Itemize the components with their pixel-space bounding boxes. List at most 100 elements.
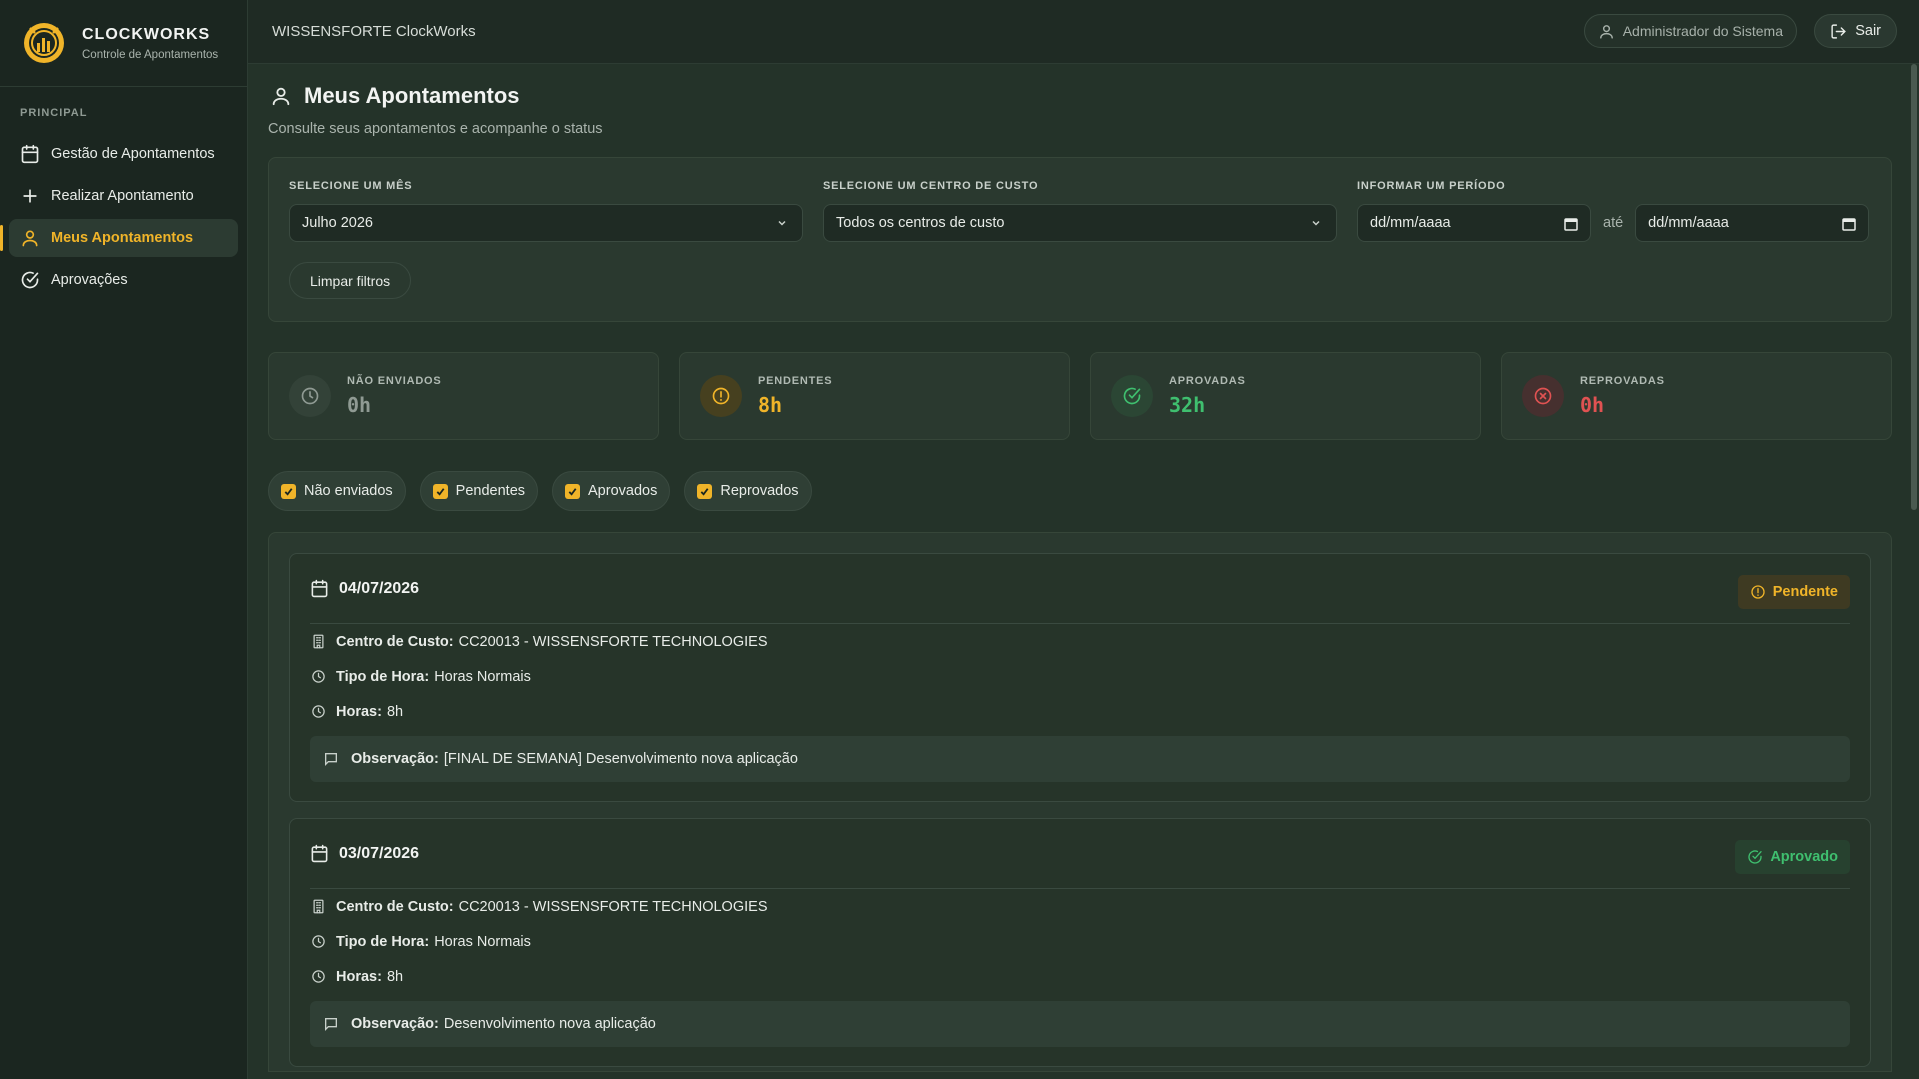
month-filter: SELECIONE UM MÊS Julho 2026 bbox=[289, 180, 803, 242]
entry-date: 04/07/2026 bbox=[339, 579, 420, 597]
cost-center-select-value: Todos os centros de custo bbox=[836, 215, 1005, 231]
page-subtitle: Consulte seus apontamentos e acompanhe o… bbox=[268, 121, 603, 137]
hour-type-label: Tipo de Hora: bbox=[336, 933, 430, 950]
checkbox[interactable] bbox=[565, 483, 581, 499]
observation-label: Observação: bbox=[351, 1016, 439, 1032]
status-chip-nao-enviados[interactable]: Não enviados bbox=[268, 471, 406, 511]
cost-center-label: Centro de Custo: bbox=[336, 898, 454, 915]
alert-circle-icon bbox=[1751, 585, 1765, 599]
entry-observation: Observação: Desenvolvimento nova aplicaç… bbox=[310, 1001, 1850, 1047]
period-filter-label: INFORMAR UM PERÍODO bbox=[1357, 180, 1506, 192]
entry-observation: Observação: [FINAL DE SEMANA] Desenvolvi… bbox=[310, 736, 1850, 782]
date-from-input[interactable]: dd/mm/aaaa bbox=[1357, 204, 1591, 242]
status-chip-aprovados[interactable]: Aprovados bbox=[552, 471, 671, 511]
hour-type-value: Horas Normais bbox=[434, 668, 531, 685]
month-select-value: Julho 2026 bbox=[302, 215, 373, 231]
comment-icon bbox=[325, 753, 337, 766]
stat-value: 0h bbox=[347, 393, 372, 417]
sidebar-item-realizar[interactable]: Realizar Apontamento bbox=[9, 177, 238, 215]
stat-card-reprovadas: REPROVADAS 0h bbox=[1501, 352, 1892, 440]
date-to-input[interactable]: dd/mm/aaaa bbox=[1635, 204, 1870, 242]
month-filter-label: SELECIONE UM MÊS bbox=[289, 180, 413, 192]
sidebar: CLOCKWORKS Controle de Apontamentos PRIN… bbox=[0, 0, 248, 1079]
sidebar-nav: Gestão de Apontamentos Realizar Apontame… bbox=[0, 135, 247, 299]
scrollbar[interactable] bbox=[1911, 64, 1917, 510]
filters-panel: SELECIONE UM MÊS Julho 2026 SELECIONE UM… bbox=[268, 157, 1892, 322]
status-chip-label: Reprovados bbox=[720, 483, 799, 499]
page-title: Meus Apontamentos bbox=[304, 83, 520, 108]
entry-card[interactable]: 04/07/2026 Pendente Centro de Custo: CC2… bbox=[289, 553, 1871, 802]
sidebar-item-label: Gestão de Apontamentos bbox=[51, 146, 215, 162]
observation-label: Observação: bbox=[351, 751, 439, 767]
logout-button[interactable]: Sair bbox=[1814, 14, 1897, 48]
building-icon bbox=[313, 634, 324, 649]
user-name: Administrador do Sistema bbox=[1622, 23, 1783, 39]
checkbox[interactable] bbox=[697, 483, 713, 499]
page-header: Meus Apontamentos bbox=[268, 83, 1892, 109]
sidebar-section-label: PRINCIPAL bbox=[20, 107, 88, 119]
user-menu[interactable]: Administrador do Sistema bbox=[1583, 14, 1797, 48]
calendar-icon[interactable] bbox=[1842, 217, 1856, 231]
chevron-down-icon bbox=[778, 220, 786, 226]
app-title: WISSENSFORTE ClockWorks bbox=[272, 23, 476, 40]
hours-value: 8h bbox=[386, 703, 404, 720]
stat-label: REPROVADAS bbox=[1580, 375, 1665, 387]
stat-label: APROVADAS bbox=[1169, 375, 1246, 387]
topbar: WISSENSFORTE ClockWorks Administrador do… bbox=[248, 0, 1919, 64]
date-to-placeholder: dd/mm/aaaa bbox=[1648, 215, 1729, 231]
clear-filters-button[interactable]: Limpar filtros bbox=[289, 262, 412, 299]
calendar-icon bbox=[21, 144, 39, 164]
sidebar-item-label: Meus Apontamentos bbox=[51, 230, 194, 246]
sidebar-item-gestao[interactable]: Gestão de Apontamentos bbox=[9, 135, 238, 173]
status-chip-label: Pendentes bbox=[455, 483, 526, 499]
stat-card-pendentes: PENDENTES 8h bbox=[679, 352, 1070, 440]
clock-icon bbox=[312, 970, 325, 983]
stat-value: 0h bbox=[1580, 393, 1605, 417]
clock-icon bbox=[312, 935, 325, 948]
stat-label: NÃO ENVIADOS bbox=[347, 375, 442, 387]
check-icon bbox=[436, 487, 445, 496]
stats-row: NÃO ENVIADOS 0h PENDENTES 8h APROVADAS 3… bbox=[268, 352, 1892, 440]
sidebar-item-aprovacoes[interactable]: Aprovações bbox=[9, 261, 238, 299]
period-filter: INFORMAR UM PERÍODO dd/mm/aaaa até dd/mm… bbox=[1357, 180, 1870, 242]
hour-type-label: Tipo de Hora: bbox=[336, 668, 430, 685]
sidebar-item-meus-apontamentos[interactable]: Meus Apontamentos bbox=[0, 219, 238, 257]
stat-label: PENDENTES bbox=[758, 375, 833, 387]
status-badge: Pendente bbox=[1737, 575, 1850, 609]
date-from-placeholder: dd/mm/aaaa bbox=[1370, 215, 1451, 231]
stat-value: 8h bbox=[758, 393, 783, 417]
comment-icon bbox=[325, 1018, 337, 1031]
check-icon bbox=[568, 487, 577, 496]
entry-header: 04/07/2026 Pendente bbox=[310, 554, 1850, 624]
month-select[interactable]: Julho 2026 bbox=[289, 204, 803, 242]
status-chip-pendentes[interactable]: Pendentes bbox=[419, 471, 539, 511]
logout-label: Sair bbox=[1855, 23, 1881, 39]
checkbox[interactable] bbox=[281, 483, 296, 499]
user-icon bbox=[22, 230, 38, 247]
status-chip-reprovados[interactable]: Reprovados bbox=[684, 471, 812, 511]
hour-type-value: Horas Normais bbox=[434, 933, 531, 950]
entry-header: 03/07/2026 Aprovado bbox=[310, 819, 1850, 889]
stat-card-nao-enviados: NÃO ENVIADOS 0h bbox=[268, 352, 659, 440]
check-circle-icon bbox=[1111, 375, 1153, 417]
x-circle-icon bbox=[1522, 375, 1564, 417]
cost-center-select[interactable]: Todos os centros de custo bbox=[823, 204, 1337, 242]
calendar-icon bbox=[311, 844, 328, 863]
checkbox[interactable] bbox=[432, 483, 448, 499]
entry-hour-type: Tipo de Hora: Horas Normais bbox=[310, 924, 1850, 959]
brand[interactable]: CLOCKWORKS Controle de Apontamentos bbox=[0, 0, 247, 87]
status-badge-label: Pendente bbox=[1772, 584, 1838, 600]
check-icon bbox=[284, 487, 293, 496]
building-icon bbox=[313, 899, 324, 914]
stat-card-aprovadas: APROVADAS 32h bbox=[1090, 352, 1481, 440]
calendar-icon[interactable] bbox=[1564, 217, 1578, 231]
cost-center-filter: SELECIONE UM CENTRO DE CUSTO Todos os ce… bbox=[823, 180, 1337, 242]
entry-card[interactable]: 03/07/2026 Aprovado Centro de Custo: CC2… bbox=[289, 818, 1871, 1067]
user-icon bbox=[272, 87, 290, 106]
status-badge: Aprovado bbox=[1735, 840, 1850, 874]
logout-icon bbox=[1831, 23, 1847, 39]
clockworks-logo-icon bbox=[24, 23, 64, 63]
clock-icon bbox=[289, 375, 331, 417]
entry-cost-center: Centro de Custo: CC20013 - WISSENSFORTE … bbox=[310, 624, 1850, 659]
chevron-down-icon bbox=[1312, 220, 1320, 226]
